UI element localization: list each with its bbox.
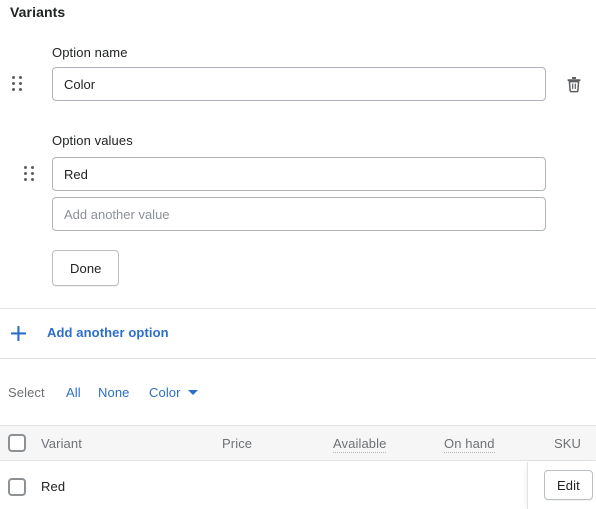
column-header-on-hand: On hand [444,436,495,453]
table-row: Red $ [0,462,596,509]
cell-variant-name: Red [41,479,66,494]
select-all-checkbox[interactable] [8,434,26,452]
select-none-link[interactable]: None [98,385,129,400]
option-value-input-1[interactable] [52,157,546,191]
delete-option-button[interactable] [562,72,586,96]
option-values-label: Option values [52,133,133,148]
plus-icon [11,326,26,341]
column-header-variant: Variant [41,436,82,451]
trash-icon [567,76,581,92]
option-name-label: Option name [52,45,128,60]
select-label: Select [8,385,45,400]
column-header-sku: SKU [554,436,582,451]
row-select-checkbox[interactable] [8,478,26,496]
column-header-price: Price [222,436,253,451]
drag-handle-icon[interactable] [22,165,36,183]
select-group-color-link[interactable]: Color [149,385,181,400]
edit-button[interactable]: Edit [544,470,593,500]
add-another-option-label: Add another option [47,325,169,340]
add-another-option-row[interactable]: Add another option [0,309,596,358]
option-value-input-new[interactable] [52,197,546,231]
column-header-available: Available [333,436,387,453]
done-button[interactable]: Done [52,250,120,286]
chevron-down-icon[interactable] [188,390,198,395]
drag-handle-icon[interactable] [10,75,24,93]
sticky-actions-column: Edit [527,462,596,509]
variants-panel: Variants Option name Option values Done … [0,0,596,509]
page-title: Variants [10,4,66,20]
option-name-input[interactable] [52,67,546,101]
divider [0,358,596,359]
select-all-link[interactable]: All [66,385,81,400]
variants-table-header: Variant Price Available On hand SKU [0,425,596,461]
